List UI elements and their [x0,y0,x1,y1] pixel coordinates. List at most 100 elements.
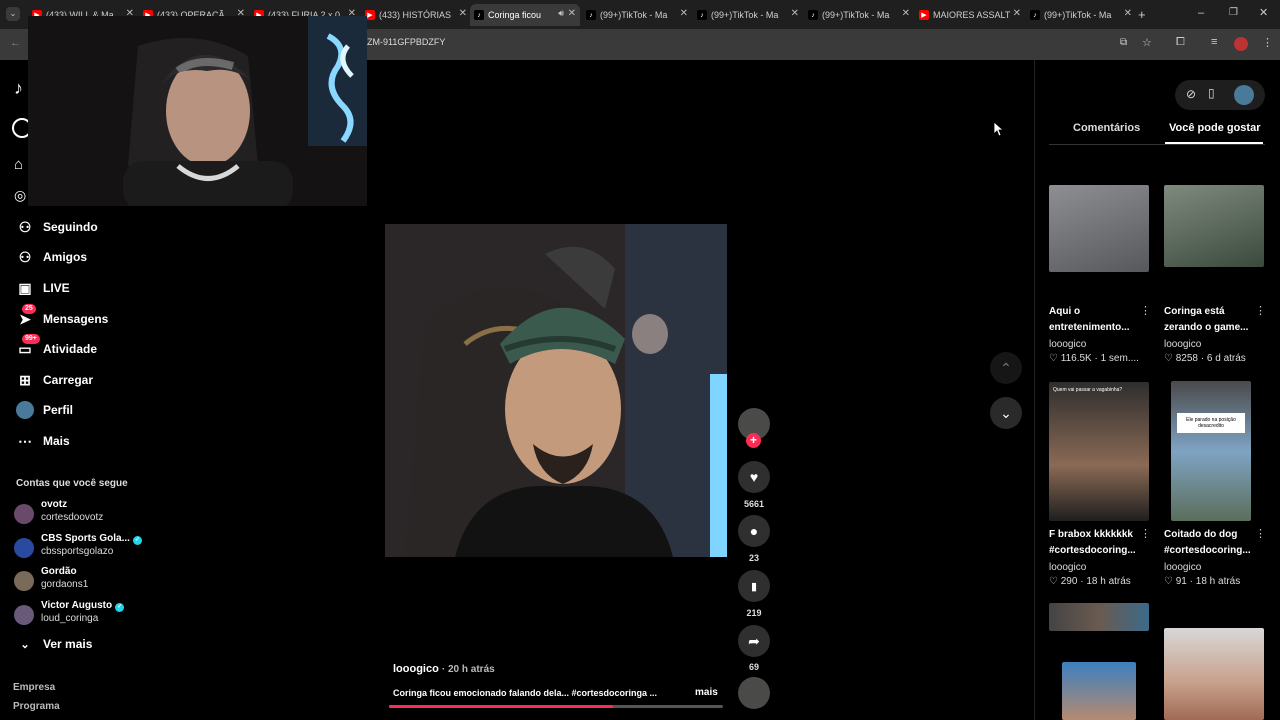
back-icon[interactable]: ← [10,37,21,49]
see-more-button[interactable]: ⌄ Ver mais [16,634,92,654]
new-tab-icon[interactable]: + [1138,7,1146,22]
followed-account[interactable]: Gordão gordaons1 [14,566,164,596]
progress-track[interactable] [389,705,723,708]
footer-link-program[interactable]: Programa [13,701,60,712]
next-video-button[interactable]: ⌄ [990,397,1022,429]
following-heading: Contas que você segue [16,478,128,489]
video-thumbnail[interactable] [1049,185,1149,272]
followed-account[interactable]: ovotz cortesdoovotz [14,499,164,529]
browser-tab[interactable]: ♪ Coringa ficou 🔊︎ ✕ [470,4,580,26]
sidebar-item-amigos[interactable]: ⚇ Amigos [16,247,87,267]
video-thumbnail[interactable]: Quem vai passar a vagabinha? [1049,382,1149,521]
close-tab-icon[interactable]: ✕ [902,8,910,19]
tab-you-may-like[interactable]: Você pode gostar [1169,122,1260,134]
card-menu-icon[interactable]: ⋮ [1255,304,1266,317]
save-button[interactable]: ▮ [738,570,770,602]
card-menu-icon[interactable]: ⋮ [1140,527,1151,540]
browser-menu-icon[interactable]: ⋮ [1262,36,1273,49]
tiktok-logo-icon[interactable]: ♪ [14,78,23,99]
card-title[interactable]: Coitado do dog #cortesdocoring... [1164,527,1264,559]
sidebar-item-carregar[interactable]: ⊞ Carregar [16,370,93,390]
video-thumbnail[interactable] [1062,662,1136,720]
card-author[interactable]: looogico [1049,562,1086,573]
follow-plus-button[interactable]: + [746,433,761,448]
chevron-down-icon: ⌄ [1000,404,1012,421]
sidebar-item-label: Mais [43,434,70,448]
browser-tab[interactable]: ▶ MAIORES ASSALT ✕ [915,4,1025,26]
close-tab-icon[interactable]: ✕ [1013,8,1021,19]
compass-icon[interactable]: ⊘ [1186,87,1196,101]
comment-icon: ● [749,523,759,539]
media-control-icon[interactable]: ≡ [1211,36,1217,48]
extensions-icon[interactable]: ⧠ [1176,36,1185,49]
card-likes: 116.5K [1060,353,1092,364]
card-menu-icon[interactable]: ⋮ [1140,304,1151,317]
tab-comments[interactable]: Comentários [1073,122,1140,134]
minimize-icon[interactable]: – [1198,7,1204,19]
browser-tab[interactable]: ♪ (99+)TikTok - Ma ✕ [582,4,692,26]
sidebar-item-perfil[interactable]: Perfil [16,400,73,420]
sidebar-item-seguindo[interactable]: ⚇ Seguindo [16,217,98,237]
user-avatar[interactable] [1234,85,1254,105]
like-button[interactable]: ♥ [738,461,770,493]
share-button[interactable]: ➦ [738,625,770,657]
activity-icon: ▭ 99+ [16,333,40,358]
explore-icon[interactable]: ◎ [14,187,26,204]
card-title[interactable]: F brabox kkkkkkk #cortesdocoring... [1049,527,1149,559]
sidebar-item-mensagens[interactable]: ➤ 25 Mensagens [16,303,108,329]
music-disc[interactable] [738,677,770,709]
device-icon[interactable]: ▯ [1208,86,1215,100]
friends-icon: ⚇ [18,248,32,265]
card-author[interactable]: looogico [1164,562,1201,573]
video-player[interactable] [385,224,727,557]
sidebar-item-mais[interactable]: ⋯ Mais [16,431,70,451]
sidebar-item-atividade[interactable]: ▭ 99+ Atividade [16,333,98,359]
card-meta: ♡ 91 · 18 h atrás [1164,576,1240,587]
video-thumbnail[interactable] [1164,185,1264,267]
mouse-cursor [993,121,1005,142]
home-icon[interactable]: ⌂ [14,156,23,173]
speaker-icon[interactable]: 🔊︎ [558,8,564,19]
maximize-icon[interactable]: ❐ [1229,7,1238,18]
video-thumbnail[interactable] [1049,603,1149,631]
followed-account[interactable]: Victor Augusto ✓ loud_coringa [14,600,164,630]
followed-account[interactable]: CBS Sports Gola... ✓ cbssportsgolazo [14,533,164,563]
sidebar-item-live[interactable]: ▣ LIVE [16,278,69,298]
caption-more-button[interactable]: mais [695,687,718,698]
card-title[interactable]: Aqui o entretenimento... [1049,304,1149,336]
card-menu-icon[interactable]: ⋮ [1255,527,1266,540]
sidebar-item-label: Atividade [43,342,98,356]
close-tab-icon[interactable]: ✕ [680,8,688,19]
card-author[interactable]: looogico [1049,339,1086,350]
tiktok-icon: ♪ [1030,10,1040,20]
install-app-icon[interactable]: ⧉ [1120,37,1127,48]
close-window-icon[interactable]: ✕ [1259,6,1268,19]
account-name-line: CBS Sports Gola... ✓ [41,533,142,545]
card-title[interactable]: Coringa está zerando o game... [1164,304,1264,336]
close-tab-icon[interactable]: ✕ [791,8,799,19]
tab-title: (99+)TikTok - Ma [822,10,890,20]
account-handle: cortesdoovotz [41,512,104,523]
browser-tab[interactable]: ♪ (99+)TikTok - Ma ✕ [804,4,914,26]
footer-link-company[interactable]: Empresa [13,682,55,693]
video-thumbnail[interactable] [1164,628,1264,720]
browser-tab[interactable]: ♪ (99+)TikTok - Ma ✕ [1026,4,1136,26]
video-author[interactable]: looogico [393,663,439,675]
video-thumbnail[interactable]: Ele parado na posição desacredito [1171,381,1251,521]
browser-tab[interactable]: ▶ (433) HISTÓRIAS ✕ [361,4,471,26]
heart-outline-icon: ♡ [1164,576,1173,587]
profile-avatar [16,401,34,419]
share-icon: ➦ [748,632,760,649]
close-tab-icon[interactable]: ✕ [459,8,467,19]
verified-icon: ✓ [132,536,142,545]
close-tab-icon[interactable]: ✕ [568,8,576,19]
card-author[interactable]: looogico [1164,339,1201,350]
url-text[interactable]: ZM-911GFPBDZFY [367,37,445,47]
browser-tab[interactable]: ♪ (99+)TikTok - Ma ✕ [693,4,803,26]
bookmark-star-icon[interactable]: ☆ [1142,36,1152,49]
comment-button[interactable]: ● [738,515,770,547]
tab-search-icon[interactable]: ⌄ [6,7,20,21]
previous-video-button[interactable]: ⌃ [990,352,1022,384]
profile-avatar-icon[interactable] [1234,37,1248,51]
close-tab-icon[interactable]: ✕ [1124,8,1132,19]
